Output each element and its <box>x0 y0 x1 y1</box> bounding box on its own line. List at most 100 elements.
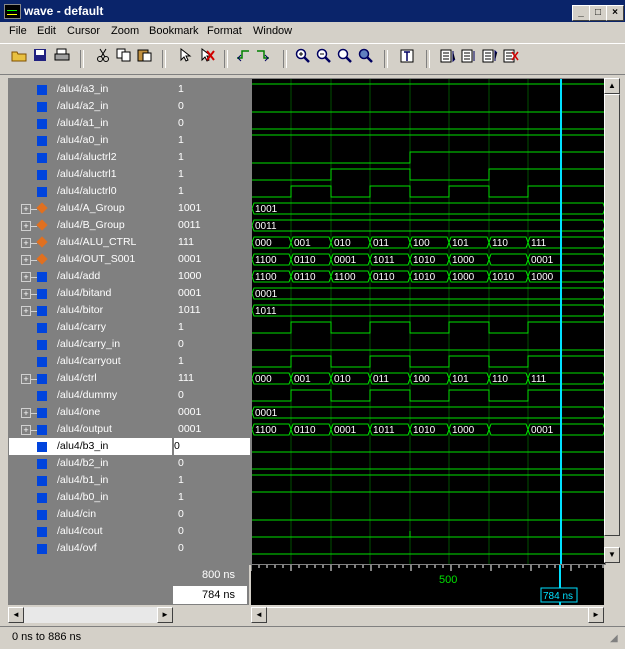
scroll-thumb[interactable] <box>604 94 620 536</box>
signal-value-row[interactable]: 0001 <box>178 285 250 302</box>
signal-value-row[interactable]: 0 <box>178 506 250 523</box>
signal-row[interactable]: /alu4/a2_in <box>9 98 172 115</box>
signal-value-row[interactable]: 1000 <box>178 268 250 285</box>
signal-value-row[interactable]: 1 <box>178 489 250 506</box>
scroll-right-button[interactable]: ► <box>588 607 604 623</box>
signal-value-row[interactable]: 0001 <box>178 421 250 438</box>
expand-icon[interactable]: + <box>21 408 37 418</box>
expand-icon[interactable]: + <box>21 425 37 435</box>
signal-row[interactable]: /alu4/cout <box>9 523 172 540</box>
insert-cursor-icon[interactable] <box>397 48 417 68</box>
signal-value-row[interactable]: 1 <box>178 166 250 183</box>
name-hscrollbar[interactable]: ◄ ► <box>8 607 173 623</box>
signal-value-row[interactable]: 1 <box>178 353 250 370</box>
scroll-track[interactable] <box>24 607 157 623</box>
signal-row[interactable]: /alu4/b3_in <box>9 438 172 455</box>
scroll-thumb[interactable] <box>267 607 588 624</box>
expand-icon[interactable]: + <box>21 255 37 265</box>
vertical-scrollbar[interactable]: ▲ ▼ <box>604 78 620 563</box>
zoom-in-icon[interactable] <box>293 48 313 68</box>
signal-row[interactable]: /alu4/carry_in <box>9 336 172 353</box>
signal-row[interactable]: /alu4/b0_in <box>9 489 172 506</box>
copy-icon[interactable] <box>114 48 134 68</box>
scroll-up-button[interactable]: ▲ <box>604 78 620 94</box>
menu-file[interactable]: File <box>9 25 27 37</box>
signal-value-row[interactable]: 1011 <box>178 302 250 319</box>
signal-row[interactable]: /alu4/a0_in <box>9 132 172 149</box>
signal-value-row[interactable]: 0 <box>178 336 250 353</box>
signal-value-row[interactable]: 1 <box>178 319 250 336</box>
cursor-time-box[interactable]: 784 ns <box>173 586 247 604</box>
expand-icon[interactable]: + <box>21 272 37 282</box>
expand-icon[interactable]: + <box>21 204 37 214</box>
signal-value-row[interactable]: 111 <box>178 234 250 251</box>
maximize-button[interactable]: □ <box>589 5 607 21</box>
find-next-icon[interactable] <box>459 48 479 68</box>
find-delete-icon[interactable] <box>501 48 521 68</box>
find-previous-icon[interactable] <box>480 48 500 68</box>
signal-row[interactable]: + /alu4/bitand <box>9 285 172 302</box>
signal-row[interactable]: + /alu4/ctrl <box>9 370 172 387</box>
signal-row[interactable]: /alu4/a3_in <box>9 81 172 98</box>
signal-row[interactable]: + /alu4/one <box>9 404 172 421</box>
find-first-icon[interactable] <box>438 48 458 68</box>
scroll-down-button[interactable]: ▼ <box>604 547 620 563</box>
signal-value-row[interactable]: 0001 <box>178 404 250 421</box>
signal-row[interactable]: + /alu4/bitor <box>9 302 172 319</box>
signal-value-row[interactable]: 1 <box>178 149 250 166</box>
signal-value-row[interactable]: 0 <box>178 98 250 115</box>
signal-row[interactable]: /alu4/b1_in <box>9 472 172 489</box>
zoom-out-icon[interactable] <box>314 48 334 68</box>
signal-row[interactable]: + /alu4/A_Group <box>9 200 172 217</box>
signal-row[interactable]: + /alu4/add <box>9 268 172 285</box>
waveform-pane[interactable]: 1001 0011 000 001 010 011 100 101 110 111 1100 0110… <box>251 78 606 565</box>
signal-value-row[interactable]: 0001 <box>178 251 250 268</box>
signal-value-row[interactable]: 1001 <box>178 200 250 217</box>
signal-value-row[interactable]: 111 <box>178 370 250 387</box>
signal-row[interactable]: /alu4/dummy <box>9 387 172 404</box>
signal-row[interactable]: /alu4/a1_in <box>9 115 172 132</box>
scroll-left-button[interactable]: ◄ <box>251 607 267 623</box>
signal-value-row[interactable]: 0 <box>178 523 250 540</box>
zoom-area-icon[interactable] <box>335 48 355 68</box>
expand-icon[interactable]: + <box>21 289 37 299</box>
signal-row[interactable]: + /alu4/ALU_CTRL <box>9 234 172 251</box>
scroll-left-button[interactable]: ◄ <box>8 607 24 623</box>
signal-value-row[interactable]: 0011 <box>178 217 250 234</box>
expand-icon[interactable]: + <box>21 221 37 231</box>
menu-bookmark[interactable]: Bookmark <box>149 25 199 37</box>
previous-edge-icon[interactable] <box>233 48 253 68</box>
menu-zoom[interactable]: Zoom <box>111 25 139 37</box>
expand-icon[interactable]: + <box>21 374 37 384</box>
print-icon[interactable] <box>52 48 72 68</box>
signal-row[interactable]: + /alu4/output <box>9 421 172 438</box>
zoom-full-icon[interactable] <box>356 48 376 68</box>
signal-value-row[interactable]: 1 <box>178 81 250 98</box>
wave-hscrollbar[interactable]: ◄ ► <box>251 607 604 624</box>
minimize-button[interactable]: _ <box>572 5 590 21</box>
signal-row[interactable]: + /alu4/B_Group <box>9 217 172 234</box>
cut-icon[interactable] <box>93 48 113 68</box>
expand-icon[interactable]: + <box>21 306 37 316</box>
menu-format[interactable]: Format <box>207 25 242 37</box>
signal-row[interactable]: /alu4/aluctrl1 <box>9 166 172 183</box>
paste-icon[interactable] <box>135 48 155 68</box>
signal-value-pane[interactable]: 1 0 0 1 1 1 1 1001 0011 111 0001 1000 0001 1011 1 0 1 111… <box>173 78 251 565</box>
open-icon[interactable] <box>9 48 29 68</box>
signal-row[interactable]: + /alu4/OUT_S001 <box>9 251 172 268</box>
save-icon[interactable] <box>30 48 50 68</box>
menu-window[interactable]: Window <box>253 25 292 37</box>
signal-row[interactable]: /alu4/cin <box>9 506 172 523</box>
time-ruler[interactable]: 500 784 ns <box>251 565 604 605</box>
signal-value-row[interactable]: 1 <box>178 183 250 200</box>
signal-row[interactable]: /alu4/aluctrl0 <box>9 183 172 200</box>
close-button[interactable]: × <box>606 5 624 21</box>
menu-edit[interactable]: Edit <box>37 25 56 37</box>
signal-value-row[interactable]: 1 <box>178 132 250 149</box>
signal-value-row[interactable]: 1 <box>178 472 250 489</box>
signal-row[interactable]: /alu4/b2_in <box>9 455 172 472</box>
resize-grip-icon[interactable]: ◢ <box>610 633 618 644</box>
signal-value-row[interactable]: 0 <box>174 438 250 455</box>
signal-row[interactable]: /alu4/carryout <box>9 353 172 370</box>
signal-row[interactable]: /alu4/ovf <box>9 540 172 557</box>
